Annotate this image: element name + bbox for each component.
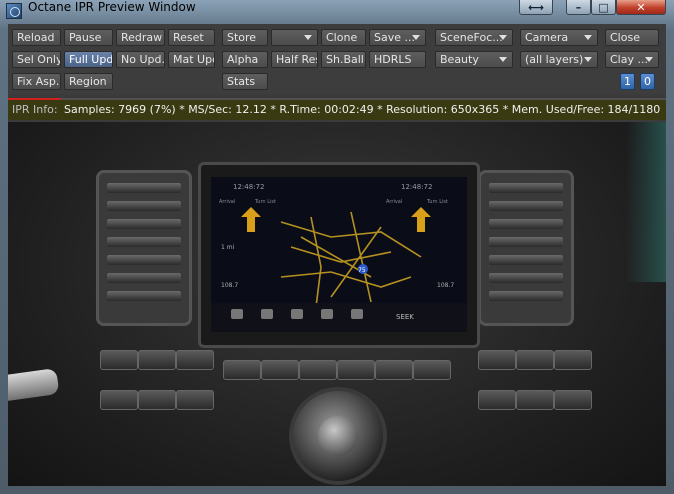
right-time: 12:48:72	[401, 183, 432, 191]
ipr-info-label: IPR Info:	[12, 103, 58, 116]
svg-text:Turn List: Turn List	[426, 199, 448, 205]
reload-button[interactable]: Reload	[12, 29, 61, 46]
alpha-button[interactable]: Alpha	[222, 51, 268, 68]
material-update-button[interactable]: Mat Upd	[168, 51, 215, 68]
scene-focus-dropdown[interactable]: SceneFoc...	[435, 29, 513, 46]
region-button[interactable]: Region	[64, 73, 113, 90]
stats-button[interactable]: Stats	[222, 73, 268, 90]
map-graphic: 12:48:72 12:48:72 Arrival Turn List Arri…	[211, 177, 467, 332]
clay-mode-dropdown[interactable]: Clay ...	[605, 51, 659, 68]
sel-only-button[interactable]: Sel Only	[12, 51, 61, 68]
title-bar[interactable]: Octane IPR Preview Window ⟷ – □ ✕	[0, 0, 674, 22]
infotainment-screen: 12:48:72 12:48:72 Arrival Turn List Arri…	[198, 162, 480, 348]
pause-button[interactable]: Pause	[64, 29, 113, 46]
control-knob	[289, 387, 387, 485]
close-icon[interactable]: ✕	[616, 0, 666, 15]
redraw-button[interactable]: Redraw	[116, 29, 165, 46]
store-button[interactable]: Store	[222, 29, 268, 46]
clone-button[interactable]: Clone	[321, 29, 366, 46]
turn-signal-lever	[8, 367, 60, 403]
resize-arrows-icon[interactable]: ⟷	[519, 0, 553, 15]
ipr-info-text: Samples: 7969 (7%) * MS/Sec: 12.12 * R.T…	[64, 103, 661, 116]
save-dropdown[interactable]: Save ...	[369, 29, 426, 46]
svg-text:108.7: 108.7	[437, 282, 454, 289]
ipr-info-bar: IPR Info: Samples: 7969 (7%) * MS/Sec: 1…	[8, 98, 666, 120]
ipr-toolbar: Reload Pause Redraw Reset Store Clone Sa…	[8, 24, 666, 94]
render-progress-bar	[8, 98, 61, 100]
reset-button[interactable]: Reset	[168, 29, 215, 46]
layers-dropdown[interactable]: (all layers)	[520, 51, 598, 68]
left-air-vent	[96, 170, 192, 326]
app-window: Octane IPR Preview Window ⟷ – □ ✕ Reload…	[0, 0, 674, 494]
page-0-button[interactable]: 0	[640, 73, 655, 90]
no-update-button[interactable]: No Upd.	[116, 51, 165, 68]
page-1-button[interactable]: 1	[620, 73, 635, 90]
window-title: Octane IPR Preview Window	[28, 0, 196, 14]
close-button[interactable]: Close	[605, 29, 659, 46]
minimize-icon[interactable]: –	[566, 0, 591, 15]
left-time: 12:48:72	[233, 183, 264, 191]
shader-ball-button[interactable]: Sh.Ball	[321, 51, 366, 68]
svg-text:Turn List: Turn List	[254, 199, 276, 205]
octane-app-icon	[6, 3, 22, 19]
navigation-map: 12:48:72 12:48:72 Arrival Turn List Arri…	[211, 177, 467, 332]
half-res-button[interactable]: Half Res	[271, 51, 318, 68]
svg-text:Arrival: Arrival	[219, 199, 235, 205]
svg-text:75: 75	[358, 267, 366, 274]
svg-text:SEEK: SEEK	[396, 313, 414, 321]
ipr-client-area: Reload Pause Redraw Reset Store Clone Sa…	[8, 24, 666, 486]
full-update-button[interactable]: Full Upd.	[64, 51, 113, 68]
render-viewport[interactable]: 12:48:72 12:48:72 Arrival Turn List Arri…	[8, 122, 666, 486]
svg-text:108.7: 108.7	[221, 282, 238, 289]
store-slot-dropdown[interactable]	[271, 29, 318, 46]
svg-text:1 mi: 1 mi	[221, 244, 235, 251]
camera-dropdown[interactable]: Camera	[520, 29, 598, 46]
hdrls-button[interactable]: HDRLS	[369, 51, 426, 68]
render-pass-dropdown[interactable]: Beauty	[435, 51, 513, 68]
maximize-icon[interactable]: □	[591, 0, 616, 15]
right-air-vent	[478, 170, 574, 326]
svg-text:Arrival: Arrival	[386, 199, 402, 205]
background-glow	[626, 122, 666, 282]
fix-aspect-button[interactable]: Fix Asp.	[12, 73, 61, 90]
